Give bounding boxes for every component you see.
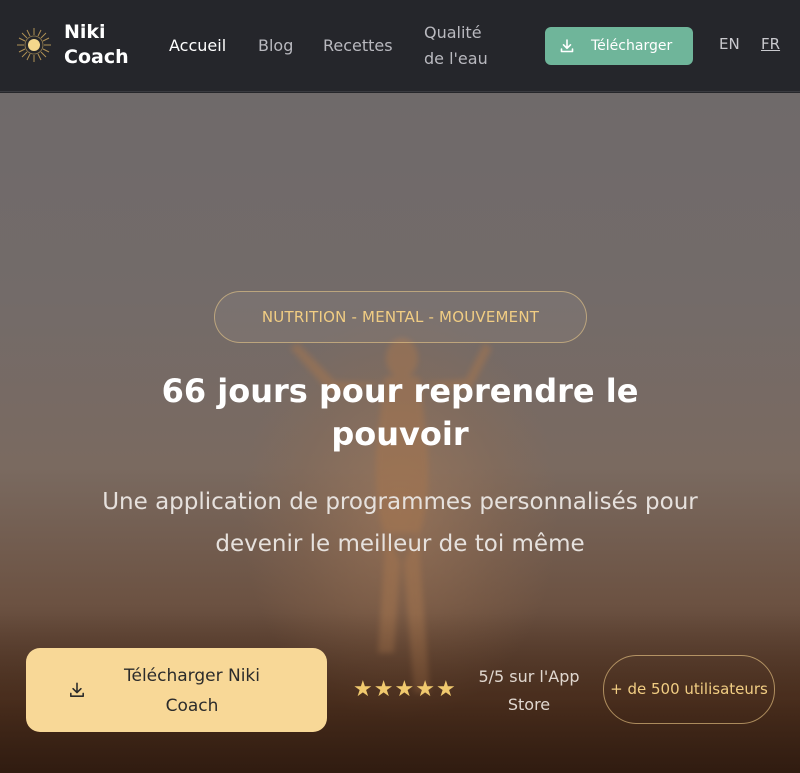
hero-title: 66 jours pour reprendre le pouvoir (161, 372, 639, 453)
language-en-link[interactable]: EN (719, 35, 740, 53)
hero-section: NUTRITION - MENTAL - MOUVEMENT 66 jours … (0, 93, 800, 773)
nav-link-qualite-eau[interactable]: Qualité de l'eau (424, 20, 504, 72)
rating-stars: ★ ★ ★ ★ ★ (353, 679, 456, 701)
nav-link-blog[interactable]: Blog (258, 33, 293, 59)
nav-download-label: Télécharger (591, 38, 673, 54)
star-icon: ★ (353, 677, 373, 702)
sun-logo-icon (17, 28, 51, 62)
cta-label: Télécharger Niki Coach (123, 666, 261, 716)
hero-subtitle: Une application de programmes personnali… (102, 489, 698, 557)
star-icon: ★ (394, 677, 415, 702)
brand[interactable]: Niki Coach (16, 20, 144, 70)
star-icon: ★ (373, 677, 394, 702)
nav-download-button[interactable]: Télécharger (545, 27, 693, 65)
brand-name: Niki Coach (64, 21, 129, 68)
navbar: Niki Coach Accueil Blog Recettes Qualité… (0, 0, 800, 92)
hero-tagline-badge: NUTRITION - MENTAL - MOUVEMENT (214, 291, 587, 343)
download-icon (560, 39, 574, 53)
download-icon (70, 682, 84, 697)
users-count-badge: + de 500 utilisateurs (603, 655, 775, 724)
star-icon: ★ (435, 677, 456, 702)
app-store-rating: 5/5 sur l'App Store (478, 667, 580, 714)
star-icon: ★ (415, 677, 435, 702)
nav-link-accueil[interactable]: Accueil (169, 33, 226, 59)
nav-link-recettes[interactable]: Recettes (323, 33, 393, 59)
download-niki-coach-button[interactable]: Télécharger Niki Coach (26, 648, 327, 732)
language-fr-link[interactable]: FR (761, 35, 780, 53)
